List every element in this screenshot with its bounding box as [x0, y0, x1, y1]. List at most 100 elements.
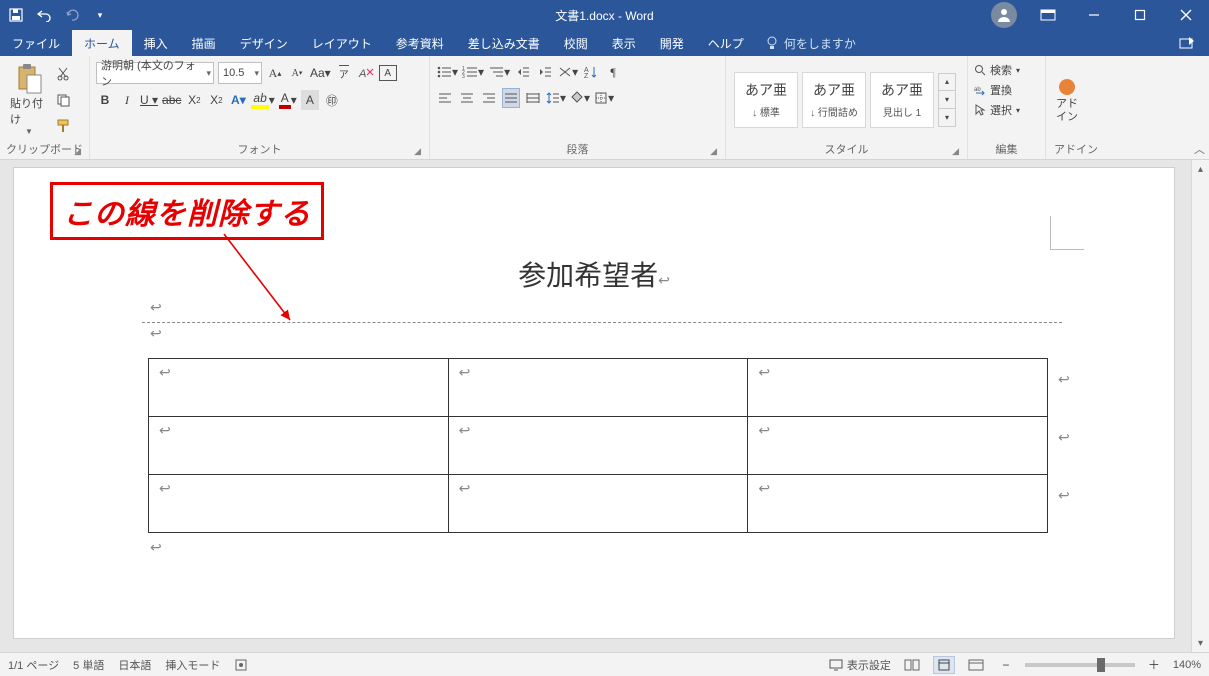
- styles-expand-icon[interactable]: ▾: [938, 109, 956, 127]
- align-center-icon[interactable]: [458, 88, 476, 108]
- table-cell[interactable]: ↩: [748, 475, 1048, 533]
- increase-indent-icon[interactable]: [536, 62, 554, 82]
- qat-customize-icon[interactable]: ▾: [92, 7, 108, 23]
- save-icon[interactable]: [8, 7, 24, 23]
- strikethrough-button[interactable]: abc: [162, 90, 181, 110]
- change-case-icon[interactable]: Aa▾: [310, 63, 331, 83]
- tab-home[interactable]: ホーム: [72, 30, 132, 56]
- page[interactable]: この線を削除する 参加希望者↩ ↩ ↩ ↩↩↩ ↩↩↩ ↩↩↩ ↩ ↩ ↩ ↩: [14, 168, 1174, 638]
- web-layout-icon[interactable]: [965, 656, 987, 674]
- replace-button[interactable]: ab置換: [974, 82, 1039, 98]
- styles-scroll-up-icon[interactable]: ▴: [938, 73, 956, 91]
- format-painter-icon[interactable]: [54, 116, 72, 136]
- zoom-in-button[interactable]: ＋: [1145, 655, 1163, 675]
- styles-scroll-down-icon[interactable]: ▾: [938, 91, 956, 109]
- borders-icon[interactable]: ▾: [594, 88, 614, 108]
- enclose-characters-icon[interactable]: A: [379, 65, 397, 81]
- justify-icon[interactable]: [502, 88, 520, 108]
- tab-file[interactable]: ファイル: [0, 30, 72, 56]
- table-cell[interactable]: ↩: [149, 475, 449, 533]
- shading-icon[interactable]: ▾: [570, 88, 590, 108]
- line-spacing-icon[interactable]: ▾: [546, 88, 566, 108]
- status-language[interactable]: 日本語: [118, 657, 151, 673]
- bold-button[interactable]: B: [96, 90, 114, 110]
- tab-references[interactable]: 参考資料: [384, 30, 456, 56]
- collapse-ribbon-icon[interactable]: ︿: [1194, 141, 1205, 157]
- tab-view[interactable]: 表示: [600, 30, 648, 56]
- print-layout-icon[interactable]: [933, 656, 955, 674]
- share-button[interactable]: [1165, 30, 1209, 56]
- style-heading1[interactable]: あア亜見出し 1: [870, 72, 934, 128]
- distributed-icon[interactable]: [524, 88, 542, 108]
- addins-button[interactable]: アド イン: [1052, 60, 1082, 139]
- table-cell[interactable]: ↩: [448, 417, 748, 475]
- style-no-spacing[interactable]: あア亜↓ 行間詰め: [802, 72, 866, 128]
- tab-help[interactable]: ヘルプ: [696, 30, 756, 56]
- table-cell[interactable]: ↩: [448, 359, 748, 417]
- font-name-combo[interactable]: 游明朝 (本文のフォン: [96, 62, 214, 84]
- align-right-icon[interactable]: [480, 88, 498, 108]
- enclose-circle-icon[interactable]: ㊞: [323, 90, 341, 110]
- vertical-scrollbar[interactable]: ▴ ▾: [1191, 160, 1209, 652]
- ribbon-options-icon[interactable]: [1025, 0, 1071, 30]
- styles-launcher-icon[interactable]: ◢: [952, 146, 959, 157]
- text-effects-icon[interactable]: A▾: [229, 90, 247, 110]
- table-cell[interactable]: ↩: [149, 359, 449, 417]
- display-settings[interactable]: 表示設定: [829, 657, 891, 673]
- italic-button[interactable]: I: [118, 90, 136, 110]
- sort-icon[interactable]: AZ: [582, 62, 600, 82]
- table-cell[interactable]: ↩: [748, 359, 1048, 417]
- select-button[interactable]: 選択▾: [974, 102, 1039, 118]
- status-word-count[interactable]: 5 単語: [73, 657, 104, 673]
- find-button[interactable]: 検索▾: [974, 62, 1039, 78]
- tab-design[interactable]: デザイン: [228, 30, 300, 56]
- close-button[interactable]: [1163, 0, 1209, 30]
- clipboard-launcher-icon[interactable]: ◢: [74, 146, 81, 157]
- copy-icon[interactable]: [54, 90, 72, 110]
- maximize-button[interactable]: [1117, 0, 1163, 30]
- status-insert-mode[interactable]: 挿入モード: [165, 657, 220, 673]
- zoom-slider[interactable]: [1025, 663, 1135, 667]
- undo-icon[interactable]: [36, 7, 52, 23]
- zoom-out-button[interactable]: −: [997, 655, 1015, 675]
- show-marks-icon[interactable]: ¶: [604, 62, 622, 82]
- document-table[interactable]: ↩↩↩ ↩↩↩ ↩↩↩: [148, 358, 1048, 533]
- shrink-font-icon[interactable]: A▾: [288, 63, 306, 83]
- asian-layout-icon[interactable]: ▾: [558, 62, 578, 82]
- subscript-button[interactable]: X2: [185, 90, 203, 110]
- account-icon[interactable]: [991, 2, 1017, 28]
- table-cell[interactable]: ↩: [149, 417, 449, 475]
- tab-mailings[interactable]: 差し込み文書: [456, 30, 552, 56]
- tell-me[interactable]: 何をしますか: [756, 30, 866, 56]
- paragraph-launcher-icon[interactable]: ◢: [710, 146, 717, 157]
- bullets-icon[interactable]: ▾: [436, 62, 458, 82]
- clear-formatting-icon[interactable]: A: [357, 63, 375, 83]
- tab-review[interactable]: 校閲: [552, 30, 600, 56]
- zoom-level[interactable]: 140%: [1173, 659, 1201, 671]
- phonetic-guide-icon[interactable]: ア: [335, 63, 353, 83]
- multilevel-list-icon[interactable]: ▾: [488, 62, 510, 82]
- redo-icon[interactable]: [64, 7, 80, 23]
- macro-record-icon[interactable]: [234, 658, 248, 672]
- tab-developer[interactable]: 開発: [648, 30, 696, 56]
- scroll-down-icon[interactable]: ▾: [1192, 634, 1209, 652]
- paste-button[interactable]: 貼り付け ▼: [6, 60, 52, 139]
- font-launcher-icon[interactable]: ◢: [414, 146, 421, 157]
- table-cell[interactable]: ↩: [748, 417, 1048, 475]
- numbering-icon[interactable]: 123▾: [462, 62, 484, 82]
- minimize-button[interactable]: [1071, 0, 1117, 30]
- decrease-indent-icon[interactable]: [514, 62, 532, 82]
- font-color-icon[interactable]: A▾: [279, 90, 297, 110]
- cut-icon[interactable]: [54, 64, 72, 84]
- scroll-up-icon[interactable]: ▴: [1192, 160, 1209, 178]
- tab-insert[interactable]: 挿入: [132, 30, 180, 56]
- superscript-button[interactable]: X2: [207, 90, 225, 110]
- style-normal[interactable]: あア亜↓ 標準: [734, 72, 798, 128]
- grow-font-icon[interactable]: A▴: [266, 63, 284, 83]
- font-size-combo[interactable]: 10.5: [218, 62, 262, 84]
- align-left-icon[interactable]: [436, 88, 454, 108]
- character-shading-icon[interactable]: A: [301, 90, 319, 110]
- table-cell[interactable]: ↩: [448, 475, 748, 533]
- tab-draw[interactable]: 描画: [180, 30, 228, 56]
- status-page[interactable]: 1/1 ページ: [8, 657, 59, 673]
